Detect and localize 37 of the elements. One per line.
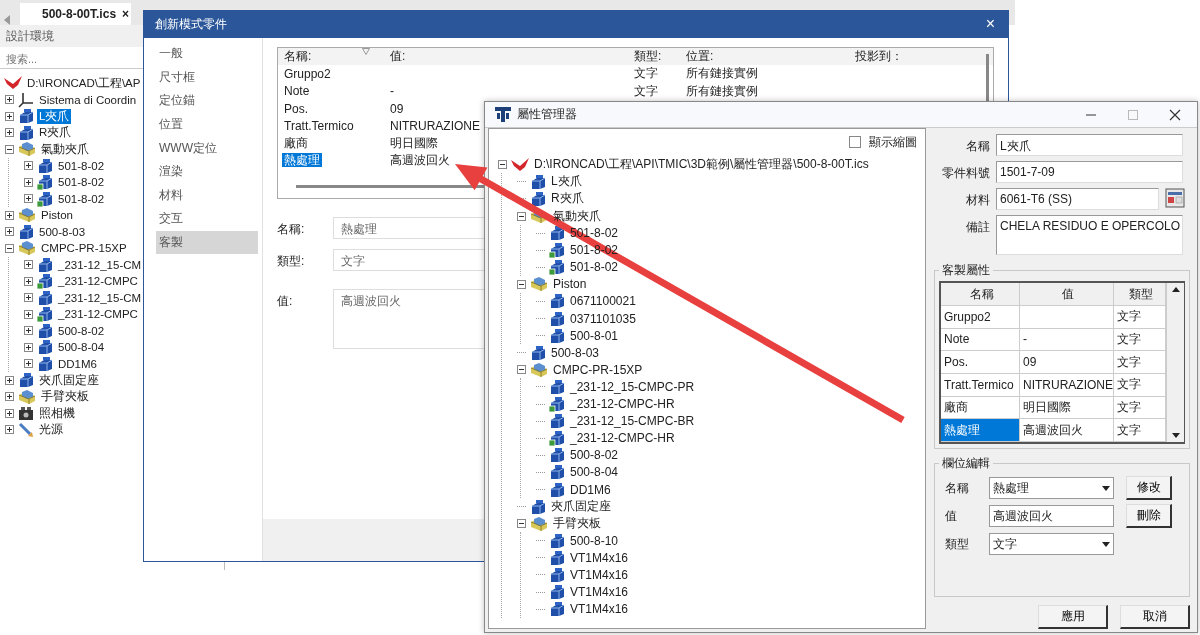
column-header: 名稱: [941, 283, 1020, 306]
group-title: 客製屬性: [941, 262, 991, 280]
column-header: 類型:: [633, 48, 663, 66]
field-label: 名稱: [965, 138, 990, 156]
field-label: 值:: [277, 293, 294, 310]
table-cell-text: 明日國際: [389, 135, 438, 150]
table-cell: -: [1020, 328, 1114, 352]
table-cell-text: 高週波回火: [389, 152, 450, 167]
table-cell: 09: [1020, 351, 1114, 374]
table-cell-text: -: [389, 84, 394, 99]
field-label: 材料: [965, 192, 990, 210]
field-label: 值: [945, 507, 958, 525]
table-cell-text: 文字: [633, 66, 658, 81]
column-header: 位置:: [685, 48, 715, 66]
column-header: 類型: [1114, 283, 1166, 306]
checkbox-label: 顯示縮圖: [869, 133, 917, 151]
column-header: 名稱:: [283, 48, 312, 66]
field-label: 零件料號: [941, 165, 990, 183]
column-header: 值: [1020, 283, 1114, 306]
field-label: 類型:: [277, 253, 306, 270]
group-title: 欄位編輯: [941, 455, 991, 472]
tab-title: 500-8-00T.ics: [42, 7, 117, 21]
table-cell-text: 09: [389, 101, 404, 116]
field-label: 名稱: [945, 479, 970, 497]
field-label: 類型: [945, 535, 970, 553]
table-cell: 明日國際: [1020, 396, 1114, 420]
table-cell: 高週波回火: [1020, 419, 1114, 442]
window-title: 屬性管理器: [517, 106, 578, 124]
table-cell-text: 所有鏈接實例: [685, 66, 758, 81]
field-label: 名稱:: [277, 221, 306, 238]
table-cell-text: 文字: [633, 83, 658, 98]
table-cell-text: 所有鏈接實例: [685, 83, 758, 98]
field-label: 備註: [965, 219, 990, 237]
column-header: 投影到：: [854, 48, 904, 66]
column-header: 值:: [389, 48, 407, 66]
table-cell: NITRURAZIONE: [1020, 373, 1114, 397]
table-cell-text: NITRURAZIONE: [389, 118, 480, 133]
